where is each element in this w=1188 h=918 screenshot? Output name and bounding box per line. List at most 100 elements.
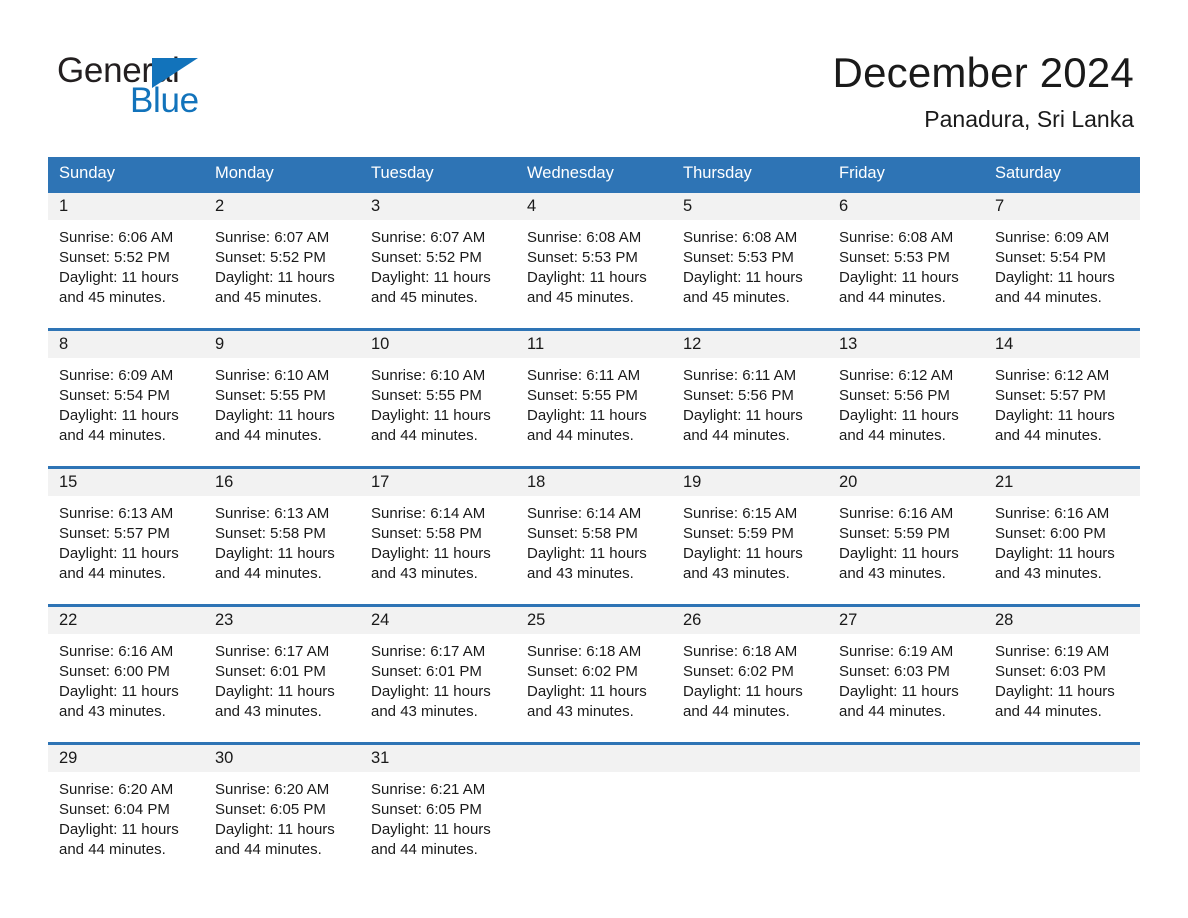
daylight-text: Daylight: 11 hours and 45 minutes.	[371, 269, 491, 306]
day-cell[interactable]: Sunrise: 6:20 AM Sunset: 6:04 PM Dayligh…	[48, 772, 204, 880]
day-number[interactable]: 25	[516, 607, 672, 634]
day-number[interactable]: 24	[360, 607, 516, 634]
sunset-text: Sunset: 5:58 PM	[215, 525, 326, 542]
day-number[interactable]: 27	[828, 607, 984, 634]
daylight-text: Daylight: 11 hours and 44 minutes.	[59, 821, 179, 858]
day-cell[interactable]: Sunrise: 6:17 AM Sunset: 6:01 PM Dayligh…	[360, 634, 516, 742]
daylight-text: Daylight: 11 hours and 44 minutes.	[59, 545, 179, 582]
day-number[interactable]: 10	[360, 331, 516, 358]
day-number[interactable]: 22	[48, 607, 204, 634]
page-title: December 2024	[832, 49, 1134, 96]
sunrise-text: Sunrise: 6:21 AM	[371, 781, 486, 798]
day-number[interactable]: 3	[360, 193, 516, 220]
sunset-text: Sunset: 5:56 PM	[839, 387, 950, 404]
day-cell[interactable]: Sunrise: 6:10 AM Sunset: 5:55 PM Dayligh…	[204, 358, 360, 466]
day-number[interactable]: 28	[984, 607, 1140, 634]
day-number[interactable]: 7	[984, 193, 1140, 220]
day-number[interactable]: 14	[984, 331, 1140, 358]
day-cell[interactable]: Sunrise: 6:18 AM Sunset: 6:02 PM Dayligh…	[516, 634, 672, 742]
day-cell[interactable]: Sunrise: 6:09 AM Sunset: 5:54 PM Dayligh…	[48, 358, 204, 466]
day-detail-row: Sunrise: 6:06 AM Sunset: 5:52 PM Dayligh…	[48, 220, 1140, 328]
day-number[interactable]: 31	[360, 745, 516, 772]
generalblue-logo[interactable]: General Blue	[57, 52, 317, 120]
day-cell[interactable]: Sunrise: 6:18 AM Sunset: 6:02 PM Dayligh…	[672, 634, 828, 742]
day-number[interactable]: 12	[672, 331, 828, 358]
day-cell[interactable]: Sunrise: 6:17 AM Sunset: 6:01 PM Dayligh…	[204, 634, 360, 742]
day-cell[interactable]: Sunrise: 6:07 AM Sunset: 5:52 PM Dayligh…	[360, 220, 516, 328]
day-cell[interactable]: Sunrise: 6:13 AM Sunset: 5:57 PM Dayligh…	[48, 496, 204, 604]
day-number[interactable]: 6	[828, 193, 984, 220]
day-cell[interactable]: Sunrise: 6:20 AM Sunset: 6:05 PM Dayligh…	[204, 772, 360, 880]
sunrise-text: Sunrise: 6:18 AM	[683, 643, 798, 660]
daylight-text: Daylight: 11 hours and 44 minutes.	[527, 407, 647, 444]
day-cell[interactable]: Sunrise: 6:08 AM Sunset: 5:53 PM Dayligh…	[516, 220, 672, 328]
title-block: December 2024 Panadura, Sri Lanka	[833, 48, 1134, 134]
sunset-text: Sunset: 5:55 PM	[371, 387, 482, 404]
day-cell[interactable]: Sunrise: 6:07 AM Sunset: 5:52 PM Dayligh…	[204, 220, 360, 328]
day-cell[interactable]: Sunrise: 6:19 AM Sunset: 6:03 PM Dayligh…	[828, 634, 984, 742]
sunrise-text: Sunrise: 6:08 AM	[839, 229, 954, 246]
sunset-text: Sunset: 5:53 PM	[527, 249, 638, 266]
sunset-text: Sunset: 5:58 PM	[527, 525, 638, 542]
calendar-week-row: 1 2 3 4 5 6 7 Sunrise: 6:06 AM Sunset: 5…	[48, 190, 1140, 328]
weekday-header-wednesday: Wednesday	[527, 164, 614, 182]
day-detail-row: Sunrise: 6:13 AM Sunset: 5:57 PM Dayligh…	[48, 496, 1140, 604]
daylight-text: Daylight: 11 hours and 44 minutes.	[683, 683, 803, 720]
day-cell[interactable]: Sunrise: 6:16 AM Sunset: 6:00 PM Dayligh…	[48, 634, 204, 742]
day-number[interactable]: 30	[204, 745, 360, 772]
day-number[interactable]: 1	[48, 193, 204, 220]
day-cell[interactable]: Sunrise: 6:11 AM Sunset: 5:56 PM Dayligh…	[672, 358, 828, 466]
day-number[interactable]: 29	[48, 745, 204, 772]
daylight-text: Daylight: 11 hours and 44 minutes.	[995, 683, 1115, 720]
day-cell[interactable]: Sunrise: 6:14 AM Sunset: 5:58 PM Dayligh…	[516, 496, 672, 604]
day-number[interactable]: 20	[828, 469, 984, 496]
day-number[interactable]: 26	[672, 607, 828, 634]
day-number[interactable]: 16	[204, 469, 360, 496]
day-number[interactable]: 11	[516, 331, 672, 358]
day-cell[interactable]: Sunrise: 6:12 AM Sunset: 5:57 PM Dayligh…	[984, 358, 1140, 466]
sunrise-text: Sunrise: 6:14 AM	[371, 505, 486, 522]
day-number[interactable]: 5	[672, 193, 828, 220]
day-number[interactable]: 13	[828, 331, 984, 358]
day-cell-empty	[984, 772, 1140, 880]
sunrise-text: Sunrise: 6:08 AM	[683, 229, 798, 246]
day-cell[interactable]: Sunrise: 6:06 AM Sunset: 5:52 PM Dayligh…	[48, 220, 204, 328]
sunset-text: Sunset: 6:03 PM	[839, 663, 950, 680]
day-cell[interactable]: Sunrise: 6:08 AM Sunset: 5:53 PM Dayligh…	[828, 220, 984, 328]
day-cell[interactable]: Sunrise: 6:13 AM Sunset: 5:58 PM Dayligh…	[204, 496, 360, 604]
day-cell[interactable]: Sunrise: 6:11 AM Sunset: 5:55 PM Dayligh…	[516, 358, 672, 466]
day-cell[interactable]: Sunrise: 6:09 AM Sunset: 5:54 PM Dayligh…	[984, 220, 1140, 328]
sunrise-text: Sunrise: 6:07 AM	[215, 229, 330, 246]
weekday-header-tuesday: Tuesday	[371, 164, 434, 182]
day-cell[interactable]: Sunrise: 6:19 AM Sunset: 6:03 PM Dayligh…	[984, 634, 1140, 742]
day-number[interactable]: 18	[516, 469, 672, 496]
day-number-empty	[516, 745, 672, 772]
day-number-band: 22 23 24 25 26 27 28	[48, 607, 1140, 634]
day-cell[interactable]: Sunrise: 6:12 AM Sunset: 5:56 PM Dayligh…	[828, 358, 984, 466]
day-cell[interactable]: Sunrise: 6:14 AM Sunset: 5:58 PM Dayligh…	[360, 496, 516, 604]
day-number[interactable]: 4	[516, 193, 672, 220]
day-number[interactable]: 2	[204, 193, 360, 220]
daylight-text: Daylight: 11 hours and 44 minutes.	[683, 407, 803, 444]
day-cell[interactable]: Sunrise: 6:15 AM Sunset: 5:59 PM Dayligh…	[672, 496, 828, 604]
daylight-text: Daylight: 11 hours and 44 minutes.	[371, 407, 491, 444]
sunset-text: Sunset: 6:03 PM	[995, 663, 1106, 680]
day-number[interactable]: 21	[984, 469, 1140, 496]
day-number[interactable]: 17	[360, 469, 516, 496]
sunrise-text: Sunrise: 6:07 AM	[371, 229, 486, 246]
day-number[interactable]: 23	[204, 607, 360, 634]
daylight-text: Daylight: 11 hours and 44 minutes.	[995, 407, 1115, 444]
sunrise-text: Sunrise: 6:10 AM	[215, 367, 330, 384]
day-cell[interactable]: Sunrise: 6:21 AM Sunset: 6:05 PM Dayligh…	[360, 772, 516, 880]
day-number[interactable]: 15	[48, 469, 204, 496]
sunset-text: Sunset: 6:02 PM	[683, 663, 794, 680]
day-cell[interactable]: Sunrise: 6:16 AM Sunset: 6:00 PM Dayligh…	[984, 496, 1140, 604]
sunset-text: Sunset: 6:00 PM	[995, 525, 1106, 542]
day-cell[interactable]: Sunrise: 6:16 AM Sunset: 5:59 PM Dayligh…	[828, 496, 984, 604]
day-cell[interactable]: Sunrise: 6:08 AM Sunset: 5:53 PM Dayligh…	[672, 220, 828, 328]
day-number[interactable]: 19	[672, 469, 828, 496]
day-number[interactable]: 9	[204, 331, 360, 358]
day-cell[interactable]: Sunrise: 6:10 AM Sunset: 5:55 PM Dayligh…	[360, 358, 516, 466]
day-number[interactable]: 8	[48, 331, 204, 358]
daylight-text: Daylight: 11 hours and 44 minutes.	[215, 407, 335, 444]
